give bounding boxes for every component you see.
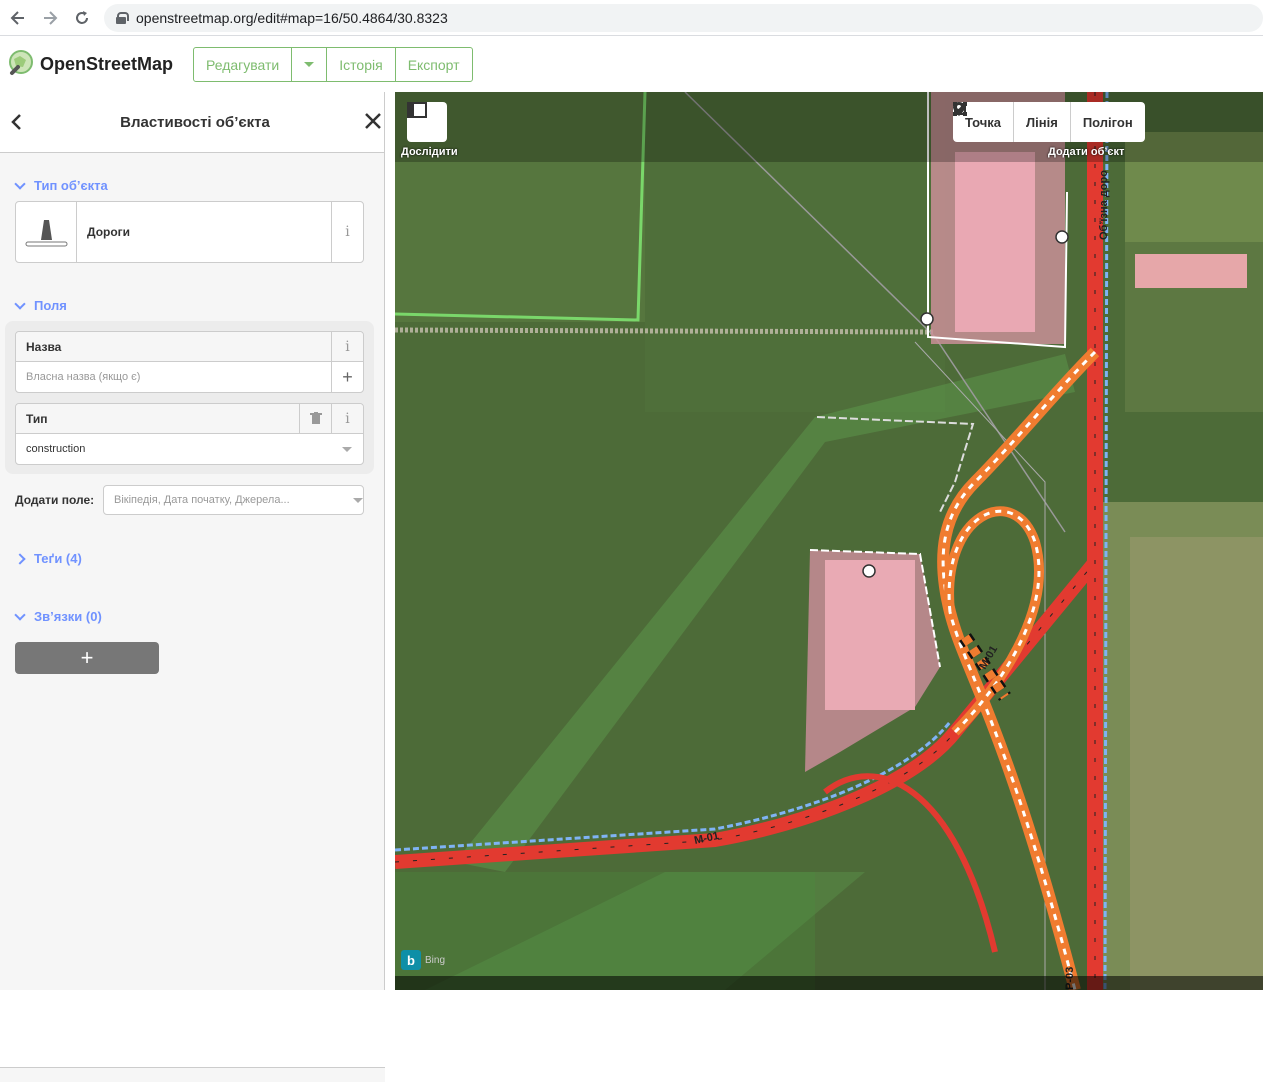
road-preset-icon [16,202,77,262]
header-button-group: Редагувати Історія Експорт [193,47,473,82]
relations-section-label: Зв’язки (0) [34,609,102,624]
add-area-button[interactable]: Полігон [953,102,1145,142]
add-field-row: Додати поле: Вікіпедія, Дата початку, Дж… [15,485,364,515]
map-canvas[interactable]: М-01 М-01 Р-03 Об’їзна доро Дослідити То… [395,92,1263,990]
chevron-right-icon [14,552,26,565]
preset-name: Дороги [87,225,131,239]
arrow-left-icon[interactable] [2,2,34,34]
road-label-bypass: Об’їзна доро [1098,170,1110,240]
line-label: Лінія [1026,114,1058,130]
edit-dropdown-button[interactable] [292,48,328,81]
arrow-right-icon[interactable] [34,2,66,34]
chevron-down-icon [14,608,26,621]
add-field-combo[interactable]: Вікіпедія, Дата початку, Джерела... [103,485,364,515]
fields-section-label: Поля [34,298,67,313]
point-label: Точка [965,114,1002,130]
preset-selector[interactable]: Дороги i [15,201,364,263]
explore-label: Дослідити [401,146,458,158]
url-text: openstreetmap.org/edit#map=16/50.4864/30… [136,10,448,26]
chevron-down-icon [304,62,315,67]
info-icon[interactable]: i [331,331,363,362]
name-input[interactable]: Власна назва (якщо є) [16,371,331,383]
map-imagery: М-01 М-01 Р-03 Об’їзна доро [395,92,1263,990]
preset-section-label: Тип об’єкта [34,178,108,193]
add-feature-toolbar: Точка Лінія Полігон [953,102,1145,142]
trash-icon[interactable] [299,403,331,434]
chevron-down-icon [353,497,363,503]
imagery-label: Bing [425,955,446,966]
add-line-button[interactable]: Лінія [953,102,1071,142]
export-button[interactable]: Експорт [396,48,472,81]
add-field-placeholder: Вікіпедія, Дата початку, Джерела... [114,494,290,506]
sidebar-toggle-icon [407,102,427,118]
relations-section-toggle[interactable]: Зв’язки (0) [14,608,102,624]
bing-logo-icon: b [401,950,421,970]
inspector-header: Властивості об’єкта [0,92,384,153]
info-icon[interactable]: i [331,202,363,262]
address-bar[interactable]: openstreetmap.org/edit#map=16/50.4864/30… [104,4,1263,32]
close-icon[interactable] [364,109,382,137]
name-field: Назва i Власна назва (якщо є) + [15,331,364,393]
tags-section-label: Теґи (4) [34,551,82,566]
type-combo-value[interactable]: construction [16,443,331,455]
history-button[interactable]: Історія [327,48,396,81]
inspector-title: Властивості об’єкта [120,114,270,131]
fields-section-toggle[interactable]: Поля [14,297,67,313]
sidebar-footer [0,1067,385,1082]
map-footer [395,976,1263,990]
polygon-label: Полігон [1082,114,1133,130]
add-relation-button[interactable]: + [15,642,159,674]
chevron-down-icon [14,297,26,310]
edit-button[interactable]: Редагувати [194,48,293,81]
chevron-down-icon[interactable] [331,434,363,464]
info-icon[interactable]: i [331,403,363,434]
add-field-label: Додати поле: [15,493,95,507]
lock-icon [116,12,129,24]
polygon-icon [953,102,967,116]
tags-section-toggle[interactable]: Теґи (4) [14,551,82,566]
inspector-sidebar: Властивості об’єкта Тип об’єкта Дороги i… [0,92,385,1082]
browser-toolbar: openstreetmap.org/edit#map=16/50.4864/30… [0,0,1263,36]
type-field-label: Тип [26,411,48,426]
reload-icon[interactable] [66,2,98,34]
type-field: Тип i construction [15,403,364,465]
plus-icon[interactable]: + [331,362,363,392]
add-feature-label: Додати об’єкт [1048,146,1125,158]
osm-header: OpenStreetMap Редагувати Історія Експорт [0,37,1263,92]
preset-section-toggle[interactable]: Тип об’єкта [14,177,108,193]
name-field-label: Назва [26,339,62,354]
brand-title[interactable]: OpenStreetMap [40,54,173,75]
osm-logo-icon[interactable] [6,49,36,79]
chevron-down-icon [14,177,26,190]
sidebar-toggle-button[interactable] [407,102,447,142]
